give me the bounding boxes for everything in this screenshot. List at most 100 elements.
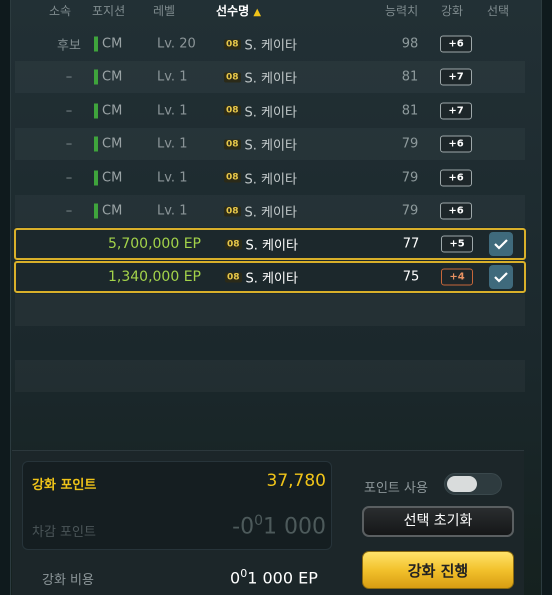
player-name: S. 케이타 bbox=[244, 172, 297, 188]
header-level[interactable]: 레벨 bbox=[153, 2, 175, 19]
select-checkbox[interactable] bbox=[489, 265, 513, 289]
level-cell: Lv. 1 bbox=[157, 136, 188, 152]
header-ovr[interactable]: 능력치 bbox=[385, 2, 418, 19]
empty-row bbox=[15, 360, 525, 392]
position-color-bar bbox=[94, 103, 98, 119]
header-affiliation[interactable]: 소속 bbox=[49, 2, 71, 19]
position-label: CM bbox=[102, 203, 123, 219]
upgrade-badge: +7 bbox=[440, 102, 472, 120]
affiliation-cell: – bbox=[65, 69, 73, 85]
upgrade-badge: +6 bbox=[440, 35, 472, 53]
player-name-cell: 08 S. 케이타 bbox=[224, 202, 297, 221]
player-row[interactable]: 후보 CM Lv. 20 08 S. 케이타 98 +6 bbox=[15, 28, 525, 60]
player-name-cell: 08 S. 케이타 bbox=[224, 35, 297, 54]
level-cell: Lv. 20 bbox=[157, 36, 196, 52]
cost-rest: 1 000 EP bbox=[247, 568, 318, 588]
level-cell: Lv. 1 bbox=[157, 103, 188, 119]
select-checkbox[interactable] bbox=[489, 232, 513, 256]
empty-row bbox=[15, 294, 525, 326]
toggle-knob bbox=[447, 476, 477, 492]
player-row[interactable]: – CM Lv. 1 08 S. 케이타 79 +6 bbox=[15, 195, 525, 227]
ovr-value: 81 bbox=[401, 103, 419, 119]
affiliation-cell: 후보 bbox=[57, 38, 81, 54]
position-cell: CM bbox=[94, 136, 123, 152]
affiliation-cell: – bbox=[65, 103, 73, 119]
deduct-rest: 1 000 bbox=[263, 514, 326, 540]
ovr-value: 79 bbox=[401, 203, 419, 219]
use-points-label: 포인트 사용 bbox=[364, 481, 428, 496]
check-icon bbox=[494, 239, 508, 250]
deduct-sup: 0 bbox=[254, 513, 264, 529]
player-name-cell: 08 S. 케이타 bbox=[225, 235, 298, 254]
season-badge: 08 bbox=[224, 105, 241, 116]
position-color-bar bbox=[94, 36, 98, 52]
upgrade-badge: +6 bbox=[440, 135, 472, 153]
position-label: CM bbox=[102, 36, 123, 52]
season-badge: 08 bbox=[224, 139, 241, 150]
ovr-value: 79 bbox=[401, 170, 419, 186]
cost-prefix: 0 bbox=[230, 568, 241, 588]
position-cell: CM bbox=[94, 203, 123, 219]
player-row[interactable]: – CM Lv. 1 08 S. 케이타 81 +7 bbox=[15, 95, 525, 127]
player-name: S. 케이타 bbox=[245, 238, 298, 254]
header-upgrade[interactable]: 강화 bbox=[441, 2, 463, 19]
position-color-bar bbox=[94, 69, 98, 85]
upgrade-summary: 강화 포인트 37,780 차감 포인트 -001 000 강화 비용 001 … bbox=[12, 450, 524, 595]
position-label: CM bbox=[102, 136, 123, 152]
player-name: S. 케이타 bbox=[244, 71, 297, 87]
season-badge: 08 bbox=[224, 72, 241, 83]
deduct-points-label: 차감 포인트 bbox=[32, 525, 96, 540]
level-cell: Lv. 1 bbox=[157, 170, 188, 186]
season-badge: 08 bbox=[225, 239, 242, 249]
player-name-cell: 08 S. 케이타 bbox=[224, 101, 297, 120]
player-name-cell: 08 S. 케이타 bbox=[224, 68, 297, 87]
header-select: 선택 bbox=[487, 4, 510, 18]
season-badge: 08 bbox=[225, 272, 242, 282]
affiliation-cell: – bbox=[65, 170, 73, 186]
season-badge: 08 bbox=[224, 206, 241, 216]
player-name: S. 케이타 bbox=[245, 271, 298, 287]
ovr-value: 98 bbox=[401, 36, 419, 52]
ovr-value: 77 bbox=[402, 236, 420, 252]
player-row[interactable]: – CM Lv. 1 08 S. 케이타 81 +7 bbox=[15, 61, 525, 93]
position-label: CM bbox=[102, 170, 123, 186]
player-row[interactable]: – CM Lv. 1 08 S. 케이타 79 +6 bbox=[15, 128, 525, 160]
player-row[interactable]: – CM Lv. 1 08 S. 케이타 79 +6 bbox=[15, 162, 525, 194]
player-name: S. 케이타 bbox=[244, 105, 297, 121]
player-name: S. 케이타 bbox=[244, 205, 297, 221]
proceed-upgrade-button[interactable]: 강화 진행 bbox=[362, 551, 514, 589]
upgrade-cost-value: 001 000 EP bbox=[230, 567, 318, 587]
ep-value: 5,700,000 EP bbox=[108, 236, 201, 252]
ep-value: 1,340,000 EP bbox=[108, 269, 201, 285]
use-points-toggle[interactable] bbox=[444, 473, 502, 495]
upgrade-badge: +6 bbox=[440, 202, 472, 220]
empty-row bbox=[15, 327, 525, 359]
upgrade-badge: +4 bbox=[441, 268, 473, 286]
header-player-name[interactable]: 선수명 ▲ bbox=[216, 2, 261, 19]
selected-row-2[interactable]: 1,340,000 EP 08 S. 케이타 75 +4 bbox=[14, 261, 526, 293]
level-cell: Lv. 1 bbox=[157, 69, 188, 85]
ovr-value: 79 bbox=[401, 136, 419, 152]
upgrade-cost-label: 강화 비용 bbox=[42, 573, 94, 588]
position-cell: CM bbox=[94, 170, 123, 186]
deduct-points-value: -001 000 bbox=[232, 513, 326, 539]
deduct-prefix: -0 bbox=[232, 514, 255, 540]
season-badge: 08 bbox=[224, 172, 241, 183]
upgrade-points-value: 37,780 bbox=[266, 471, 326, 491]
upgrade-badge: +6 bbox=[440, 169, 472, 187]
player-name-cell: 08 S. 케이타 bbox=[224, 168, 297, 187]
position-cell: CM bbox=[94, 103, 122, 119]
player-name: S. 케이타 bbox=[244, 38, 297, 54]
position-color-bar bbox=[94, 170, 98, 186]
player-name-cell: 08 S. 케이타 bbox=[225, 268, 298, 287]
selected-row-1[interactable]: 5,700,000 EP 08 S. 케이타 77 +5 bbox=[14, 228, 526, 260]
upgrade-badge: +5 bbox=[441, 235, 473, 253]
season-badge: 08 bbox=[224, 39, 241, 49]
player-name-cell: 08 S. 케이타 bbox=[224, 135, 297, 154]
reset-selection-button[interactable]: 선택 초기화 bbox=[362, 506, 514, 537]
header-player-name-label: 선수명 bbox=[216, 4, 250, 18]
ovr-value: 75 bbox=[402, 269, 420, 285]
level-cell: Lv. 1 bbox=[157, 203, 188, 219]
header-position[interactable]: 포지션 bbox=[92, 2, 125, 19]
empty-row bbox=[15, 393, 525, 425]
